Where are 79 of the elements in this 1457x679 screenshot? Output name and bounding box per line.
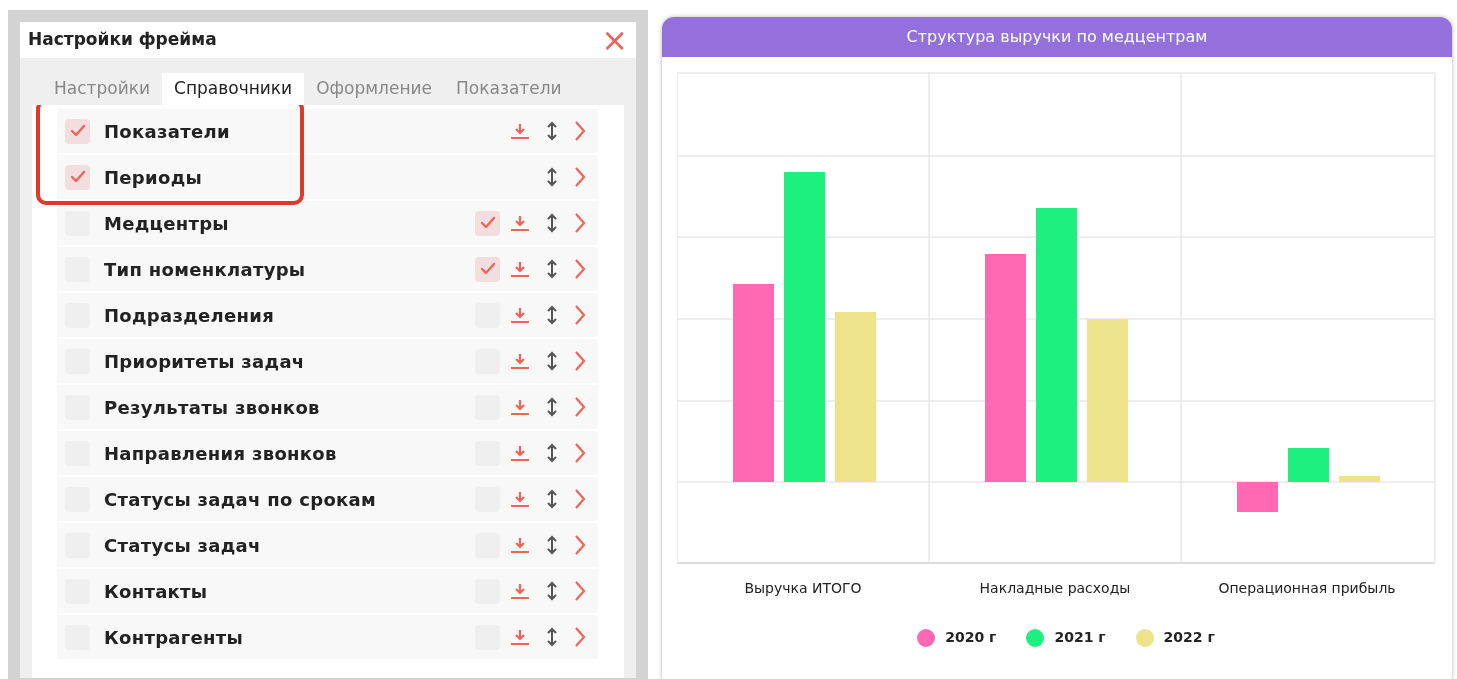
download-icon[interactable] xyxy=(510,351,530,371)
download-icon[interactable] xyxy=(510,627,530,647)
checkmark-icon xyxy=(69,124,86,138)
chart-title: Структура выручки по медцентрам xyxy=(906,26,1208,48)
checkmark-icon xyxy=(69,170,86,184)
chevron-right-icon[interactable] xyxy=(574,580,586,602)
download-icon[interactable] xyxy=(510,581,530,601)
list-row[interactable]: Направления звонков xyxy=(57,431,598,475)
chevron-right-icon[interactable] xyxy=(574,258,586,280)
chevron-right-icon[interactable] xyxy=(574,120,586,142)
download-icon[interactable] xyxy=(510,489,530,509)
list-row[interactable]: Показатели xyxy=(57,109,598,153)
category-label: Накладные расходы xyxy=(979,579,1131,598)
list-row[interactable]: Приоритеты задач xyxy=(57,339,598,383)
chevron-right-icon[interactable] xyxy=(574,534,586,556)
row-label: Статусы задач по срокам xyxy=(104,487,377,512)
dialog-title: Настройки фрейма xyxy=(28,28,217,52)
chevron-right-icon[interactable] xyxy=(574,626,586,648)
download-icon[interactable] xyxy=(510,443,530,463)
sort-icon[interactable] xyxy=(546,121,558,141)
row-label: Приоритеты задач xyxy=(104,349,305,374)
chevron-right-icon[interactable] xyxy=(574,166,586,188)
tab[interactable]: Справочники xyxy=(162,73,305,105)
download-icon[interactable] xyxy=(510,397,530,417)
checkmark-icon xyxy=(479,262,496,276)
bar xyxy=(1339,476,1380,482)
sort-icon[interactable] xyxy=(546,259,558,279)
option-checkbox[interactable] xyxy=(475,210,500,236)
sort-icon[interactable] xyxy=(546,167,558,187)
chevron-right-icon[interactable] xyxy=(574,212,586,234)
list-row[interactable]: Результаты звонков xyxy=(57,385,598,429)
list-row[interactable]: Периоды xyxy=(57,155,598,199)
row-label: Статусы задач xyxy=(104,533,261,558)
checkmark-icon xyxy=(479,216,496,230)
row-label: Контакты xyxy=(104,579,208,604)
row-label: Медцентры xyxy=(104,211,229,236)
list-row[interactable]: Тип номенклатуры xyxy=(57,247,598,291)
row-label: Направления звонков xyxy=(104,441,337,466)
list-row[interactable]: Контрагенты xyxy=(57,615,598,659)
list-row[interactable]: Статусы задач xyxy=(57,523,598,567)
chevron-right-icon[interactable] xyxy=(574,488,586,510)
sort-icon[interactable] xyxy=(546,397,558,417)
list-row[interactable]: Подразделения xyxy=(57,293,598,337)
sort-icon[interactable] xyxy=(546,535,558,555)
row-label: Подразделения xyxy=(104,303,275,328)
row-label: Показатели xyxy=(104,119,230,144)
bar xyxy=(1237,482,1278,512)
row-label: Тип номенклатуры xyxy=(104,257,306,282)
download-icon[interactable] xyxy=(510,535,530,555)
category-label: Выручка ИТОГО xyxy=(744,579,862,598)
sort-icon[interactable] xyxy=(546,443,558,463)
sort-icon[interactable] xyxy=(546,213,558,233)
row-label: Контрагенты xyxy=(104,625,244,650)
chevron-right-icon[interactable] xyxy=(574,396,586,418)
chevron-right-icon[interactable] xyxy=(574,304,586,326)
list-row[interactable]: Статусы задач по срокам xyxy=(57,477,598,521)
chevron-right-icon[interactable] xyxy=(574,442,586,464)
sort-icon[interactable] xyxy=(546,627,558,647)
category-label: Операционная прибыль xyxy=(1218,579,1396,598)
sort-icon[interactable] xyxy=(546,489,558,509)
download-icon[interactable] xyxy=(510,121,530,141)
row-label: Периоды xyxy=(104,165,203,190)
legend-label: 2020 г xyxy=(945,628,997,647)
checkbox[interactable] xyxy=(65,118,90,144)
sort-icon[interactable] xyxy=(546,581,558,601)
sort-icon[interactable] xyxy=(546,351,558,371)
legend-label: 2021 г xyxy=(1054,628,1106,647)
chevron-right-icon[interactable] xyxy=(574,350,586,372)
legend-label: 2022 г xyxy=(1163,628,1215,647)
download-icon[interactable] xyxy=(510,305,530,325)
download-icon[interactable] xyxy=(510,259,530,279)
bar xyxy=(1288,448,1329,482)
checkbox[interactable] xyxy=(65,164,90,190)
option-checkbox[interactable] xyxy=(475,256,500,282)
sort-icon[interactable] xyxy=(546,305,558,325)
row-label: Результаты звонков xyxy=(104,395,320,420)
list-row[interactable]: Контакты xyxy=(57,569,598,613)
list-row[interactable]: Медцентры xyxy=(57,201,598,245)
download-icon[interactable] xyxy=(510,213,530,233)
